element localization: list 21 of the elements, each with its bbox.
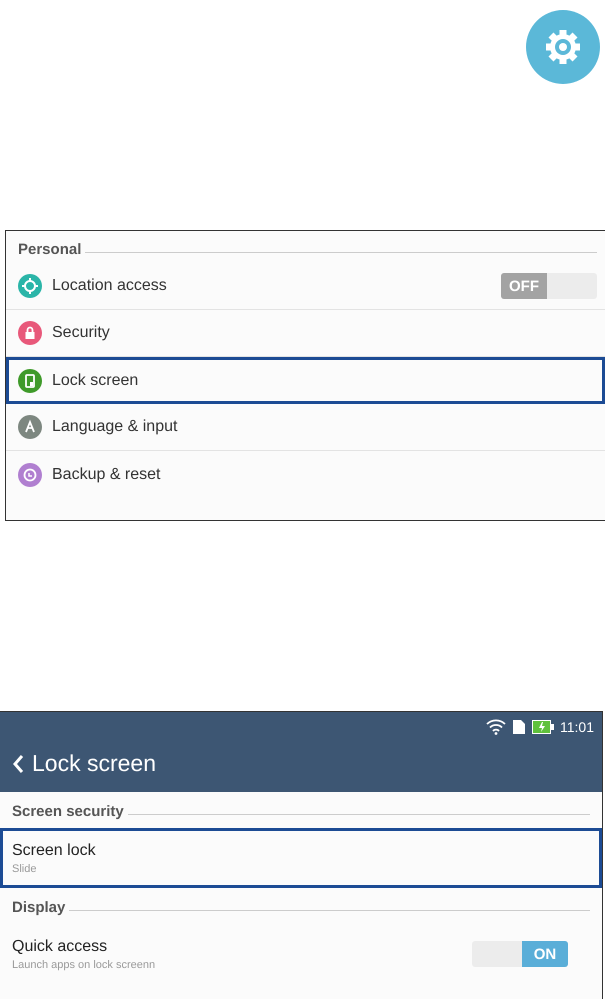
battery-icon xyxy=(532,720,554,734)
screen-title: Lock screen xyxy=(32,750,156,777)
section-header: Display xyxy=(12,899,66,916)
back-icon[interactable] xyxy=(12,754,24,774)
settings-item[interactable]: Lock screen xyxy=(6,357,605,404)
settings-item[interactable]: Backup & reset xyxy=(6,451,605,498)
section-header: Screen security xyxy=(12,803,124,820)
settings-icon xyxy=(526,10,600,84)
wifi-icon xyxy=(486,719,506,735)
settings-item[interactable]: Location access OFF xyxy=(6,263,605,310)
item-subtitle: Slide xyxy=(12,862,38,874)
sim-card-icon xyxy=(512,719,526,735)
settings-item[interactable]: Language & input xyxy=(6,404,605,451)
item-title: Screen lock xyxy=(12,842,97,860)
status-time: 11:01 xyxy=(560,719,594,735)
settings-item[interactable]: Quick access Launch apps on lock screenn ON xyxy=(0,924,602,984)
section-header: Personal xyxy=(18,240,82,258)
item-title: Quick access xyxy=(12,938,108,956)
settings-item[interactable]: Security xyxy=(6,310,605,357)
item-subtitle: Launch apps on lock screenn xyxy=(12,958,156,970)
settings-item[interactable]: Screen lock Slide xyxy=(0,828,602,888)
